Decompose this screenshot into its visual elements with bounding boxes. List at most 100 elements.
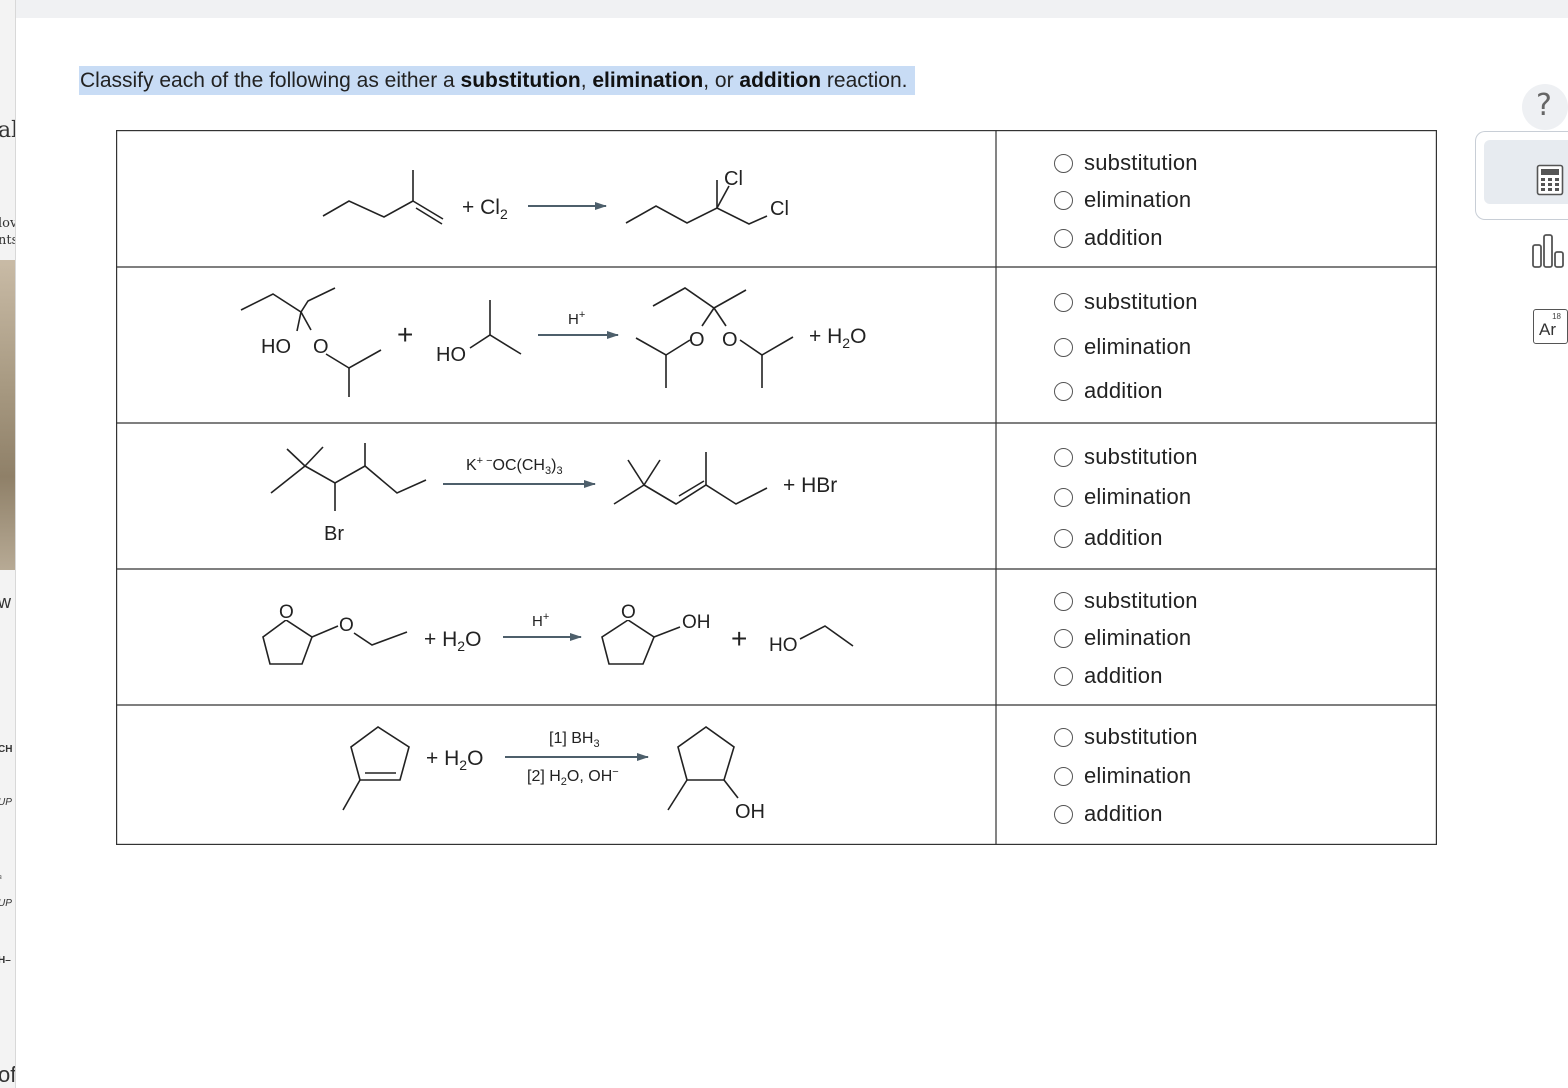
option-label: substitution bbox=[1084, 444, 1198, 469]
radio-button[interactable] bbox=[1054, 447, 1073, 467]
background-photo bbox=[0, 260, 15, 570]
option-label: elimination bbox=[1084, 484, 1192, 509]
reaction-condition: [2] H2O, OH− bbox=[527, 766, 619, 788]
option-row1-addition[interactable]: addition bbox=[1054, 225, 1163, 251]
option-row2-substitution[interactable]: substitution bbox=[1054, 289, 1198, 315]
bg-fragment: ₃ bbox=[0, 870, 2, 881]
reactant-alkene bbox=[322, 170, 444, 225]
reaction-row-5: + H2O [1] BH3 [2] H2O, OH− OH bbox=[342, 726, 765, 823]
option-row1-substitution[interactable]: substitution bbox=[1054, 150, 1198, 176]
reactant-atom-label: O bbox=[279, 602, 294, 623]
radio-button[interactable] bbox=[1054, 591, 1073, 611]
question-text: reaction. bbox=[821, 69, 908, 92]
option-row4-elimination[interactable]: elimination bbox=[1054, 625, 1191, 651]
question-prompt: Classify each of the following as either… bbox=[79, 66, 916, 95]
table-grid bbox=[116, 130, 1437, 845]
reactant-methylcyclopentene bbox=[342, 726, 410, 811]
option-row2-elimination[interactable]: elimination bbox=[1054, 334, 1191, 360]
product-atom-label: O bbox=[689, 329, 705, 351]
question-text: , or bbox=[703, 69, 740, 92]
reactant-ether bbox=[262, 619, 408, 665]
product-atom-label: O bbox=[722, 329, 738, 351]
bg-fragment: of bbox=[0, 1062, 16, 1087]
byproduct-atom-label: HO bbox=[769, 635, 798, 656]
option-row5-elimination[interactable]: elimination bbox=[1054, 763, 1191, 789]
reagent-atom-label: HO bbox=[436, 344, 466, 366]
reagent-water: + H2O bbox=[424, 628, 481, 654]
radio-button[interactable] bbox=[1054, 228, 1073, 248]
option-row4-substitution[interactable]: substitution bbox=[1054, 588, 1198, 614]
help-button[interactable]: ? bbox=[1522, 84, 1568, 130]
option-row2-addition[interactable]: addition bbox=[1054, 378, 1163, 404]
periodic-table-button[interactable]: 18 Ar bbox=[1533, 309, 1568, 344]
bg-fragment: UP bbox=[0, 797, 12, 808]
radio-button[interactable] bbox=[1054, 292, 1073, 312]
reagent-isopropanol bbox=[469, 300, 522, 355]
product-dichloride bbox=[625, 180, 768, 225]
option-label: substitution bbox=[1084, 724, 1198, 749]
option-label: addition bbox=[1084, 663, 1163, 688]
option-row3-addition[interactable]: addition bbox=[1054, 525, 1163, 551]
bg-fragment: w bbox=[0, 592, 11, 613]
reactant-alkyl-bromide bbox=[270, 443, 427, 511]
reactant-atom-label: O bbox=[313, 336, 329, 358]
byproduct-ethanol bbox=[799, 625, 854, 647]
chart-button[interactable] bbox=[1530, 232, 1568, 272]
byproduct-hbr: + HBr bbox=[783, 474, 837, 497]
reaction-row-4: O O + H2O H+ O OH + HO bbox=[262, 600, 854, 665]
reaction-condition: H+ bbox=[568, 309, 585, 328]
plus-sign: + bbox=[397, 319, 413, 350]
reaction-row-1: + Cl2 Cl Cl bbox=[322, 168, 789, 225]
browser-top-bar bbox=[0, 0, 1568, 18]
option-row3-elimination[interactable]: elimination bbox=[1054, 484, 1191, 510]
radio-button[interactable] bbox=[1054, 727, 1073, 747]
bg-fragment: lov bbox=[0, 216, 16, 231]
reagent-water: + H2O bbox=[426, 747, 483, 773]
reaction-condition: K+ −OC(CH3)3 bbox=[466, 455, 563, 477]
product-atom-label: Cl bbox=[724, 168, 743, 190]
product-atom-label: O bbox=[621, 602, 636, 623]
calculator-button[interactable] bbox=[1475, 131, 1568, 220]
radio-button[interactable] bbox=[1054, 381, 1073, 401]
reactant-atom-label: O bbox=[339, 615, 354, 636]
option-label: elimination bbox=[1084, 625, 1192, 650]
radio-button[interactable] bbox=[1054, 153, 1073, 173]
option-label: elimination bbox=[1084, 187, 1192, 212]
product-methylcyclopentanol bbox=[667, 726, 739, 811]
reactant-atom-label: Br bbox=[324, 523, 344, 545]
product-atom-label: OH bbox=[682, 612, 711, 633]
option-row5-substitution[interactable]: substitution bbox=[1054, 724, 1198, 750]
radio-button[interactable] bbox=[1054, 337, 1073, 357]
background-window-edge: al lov nts w CH UP ₃ UP H– of bbox=[0, 0, 16, 1088]
radio-button[interactable] bbox=[1054, 766, 1073, 786]
radio-button[interactable] bbox=[1054, 804, 1073, 824]
option-label: substitution bbox=[1084, 588, 1198, 613]
option-row5-addition[interactable]: addition bbox=[1054, 801, 1163, 827]
radio-button[interactable] bbox=[1054, 528, 1073, 548]
radio-button[interactable] bbox=[1054, 487, 1073, 507]
radio-button[interactable] bbox=[1054, 666, 1073, 686]
option-label: addition bbox=[1084, 525, 1163, 550]
option-row4-addition[interactable]: addition bbox=[1054, 663, 1163, 689]
term-substitution: substitution bbox=[460, 69, 581, 92]
radio-button[interactable] bbox=[1054, 190, 1073, 210]
option-label: elimination bbox=[1084, 763, 1192, 788]
bg-fragment: CH bbox=[0, 744, 13, 755]
byproduct-water: + H2O bbox=[809, 325, 866, 351]
option-row1-elimination[interactable]: elimination bbox=[1054, 187, 1191, 213]
option-label: addition bbox=[1084, 801, 1163, 826]
option-row3-substitution[interactable]: substitution bbox=[1054, 444, 1198, 470]
term-elimination: elimination bbox=[592, 69, 704, 92]
option-label: substitution bbox=[1084, 289, 1198, 314]
radio-button[interactable] bbox=[1054, 628, 1073, 648]
option-label: elimination bbox=[1084, 334, 1192, 359]
reaction-condition: [1] BH3 bbox=[549, 730, 600, 750]
bg-fragment: H– bbox=[0, 955, 11, 966]
bar-chart-icon bbox=[1532, 234, 1564, 268]
help-icon: ? bbox=[1536, 88, 1552, 123]
reaction-table-drawing: + Cl2 Cl Cl HO O + HO H+ O O + H2O Br K+… bbox=[116, 130, 1437, 845]
term-addition: addition bbox=[739, 69, 822, 92]
reagent-cl2: + Cl2 bbox=[462, 196, 508, 222]
reaction-table: + Cl2 Cl Cl HO O + HO H+ O O + H2O Br K+… bbox=[116, 130, 1437, 845]
option-label: addition bbox=[1084, 378, 1163, 403]
